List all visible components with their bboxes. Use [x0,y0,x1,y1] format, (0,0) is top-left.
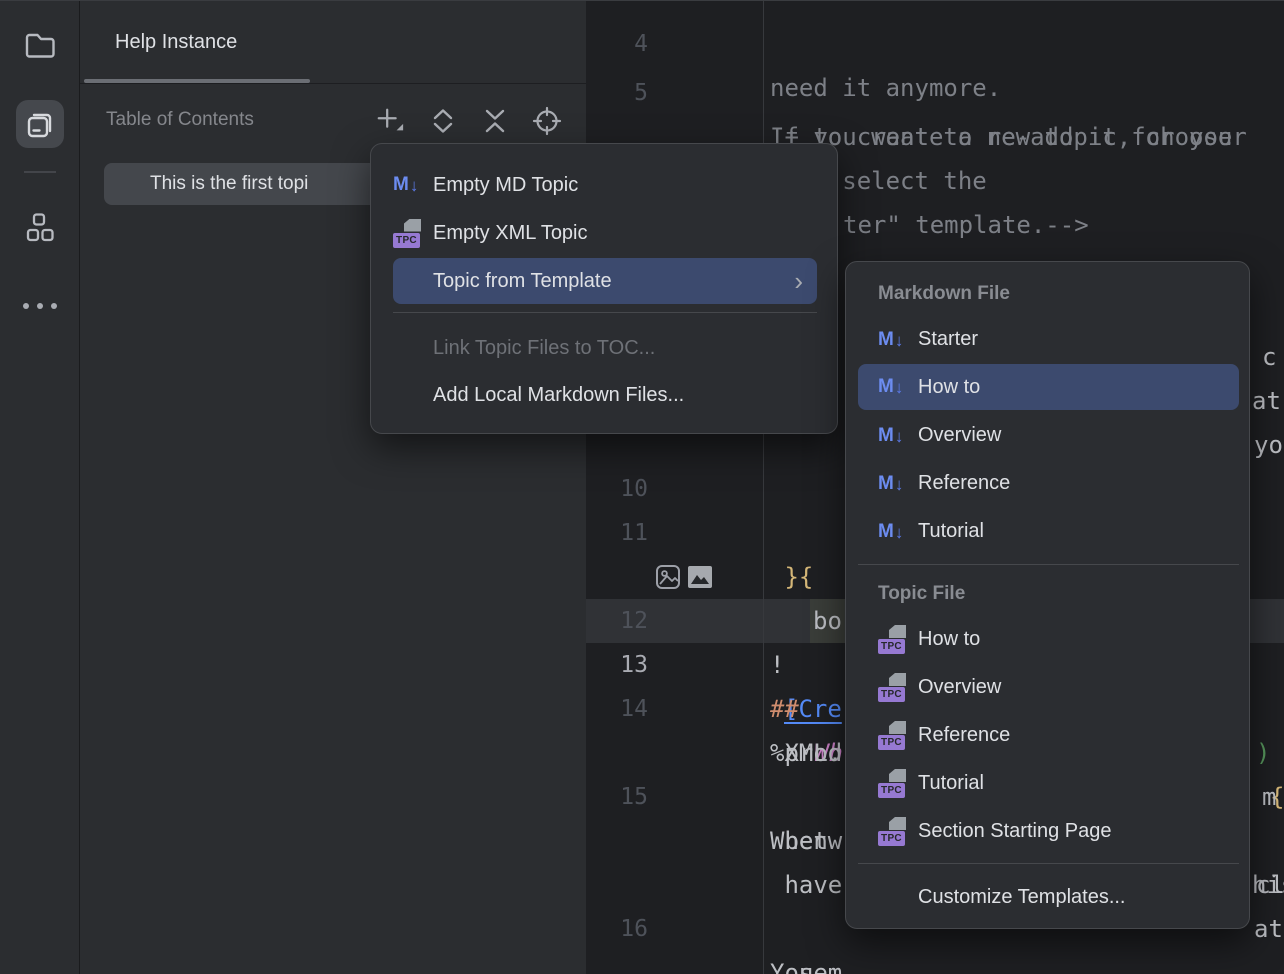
add-topic-button[interactable] [375,106,405,136]
submenu-item-md-tutorial[interactable]: M↓ Tutorial [858,508,1239,555]
menu-item-empty-md-topic[interactable]: M↓ Empty MD Topic [393,161,817,209]
topic-file-icon: TPC [878,817,908,846]
panel-title-tab[interactable]: Help Instance [115,0,237,84]
sidebar-item-structure[interactable] [16,204,64,252]
structure-icon [25,213,55,243]
expand-all-button[interactable] [428,106,458,136]
editor-line[interactable]: + to create a new topic, choose [586,71,1284,115]
submenu-item-tpc-how-to[interactable]: TPC How to [858,616,1239,663]
window-top-border [0,0,1284,1]
markdown-file-icon: M↓ [878,473,903,495]
submenu-item-md-how-to[interactable]: M↓ How to [858,364,1239,410]
submenu-item-md-overview[interactable]: M↓ Overview [858,412,1239,459]
editor-line[interactable]: 4 need it anymore. [586,0,1284,22]
submenu-item-md-starter[interactable]: M↓ Starter [858,316,1239,363]
submenu-item-tpc-overview[interactable]: TPC Overview [858,664,1239,711]
topic-file-icon: TPC [878,769,908,798]
markdown-file-icon: M↓ [878,521,903,543]
submenu-item-customize-templates[interactable]: Customize Templates... [858,874,1239,921]
menu-separator [858,564,1239,565]
tool-window-stripe [0,0,80,974]
editor-line[interactable]: 17 [586,951,1284,974]
stripe-divider [24,171,56,173]
menu-separator [858,863,1239,864]
submenu-section-header: Topic File [878,574,965,614]
topic-file-icon: TPC [878,625,908,654]
submenu-item-md-reference[interactable]: M↓ Reference [858,460,1239,507]
toc-header-label: Table of Contents [106,96,254,144]
markdown-file-icon: M↓ [878,376,903,398]
topic-file-icon: TPC [878,721,908,750]
editor-line[interactable]: 5 If you want to re-add it for your [586,27,1284,71]
more-icon [23,303,57,309]
folder-icon [24,31,56,59]
image-preview-icon[interactable] [688,478,714,504]
locate-selection-button[interactable] [532,106,562,136]
markdown-file-icon: M↓ [878,425,903,447]
submenu-section-header: Markdown File [878,274,1010,314]
submenu-item-tpc-tutorial[interactable]: TPC Tutorial [858,760,1239,807]
sidebar-item-writerside[interactable] [16,100,64,148]
image-outline-icon[interactable] [655,476,681,502]
markdown-file-icon: M↓ [878,329,903,351]
collapse-all-button[interactable] [480,106,510,136]
topic-file-icon: TPC [878,673,908,702]
add-topic-menu: M↓ Empty MD Topic TPC Empty XML Topic To… [370,143,838,434]
menu-item-add-local-markdown[interactable]: Add Local Markdown Files... [393,371,817,419]
markdown-file-icon: M↓ [393,174,418,196]
sidebar-item-more[interactable] [16,282,64,330]
menu-item-empty-xml-topic[interactable]: TPC Empty XML Topic [393,209,817,257]
submenu-arrow-icon: › [794,268,803,294]
menu-item-topic-from-template[interactable]: Topic from Template › [393,258,817,304]
menu-separator [393,312,817,313]
submenu-item-tpc-section-starting-page[interactable]: TPC Section Starting Page [858,808,1239,855]
sidebar-item-project[interactable] [16,21,64,69]
menu-item-link-topic-files[interactable]: Link Topic Files to TOC... [393,324,817,372]
topic-file-icon: TPC [393,219,423,248]
topic-template-submenu: Markdown File M↓ Starter M↓ How to M↓ Ov… [845,261,1250,929]
editor-copies-icon [24,108,56,140]
panel-header: Help Instance [80,0,586,84]
active-tab-indicator [84,79,310,83]
ide-window: 4 need it anymore. 5 If you want to re-a… [0,0,1284,974]
submenu-item-tpc-reference[interactable]: TPC Reference [858,712,1239,759]
